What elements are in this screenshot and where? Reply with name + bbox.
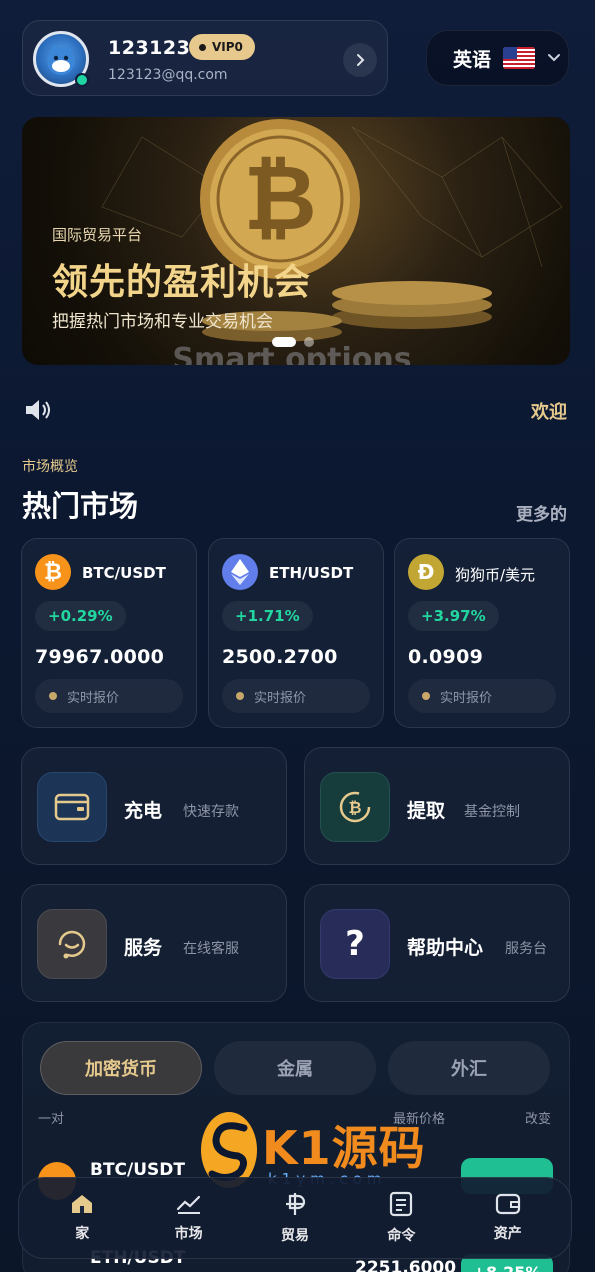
- action-subtitle: 在线客服: [183, 941, 239, 957]
- market-change: +3.97%: [408, 601, 499, 631]
- bottom-navigation: 家 市场 贸易 命令 资产: [18, 1177, 572, 1259]
- language-selector[interactable]: 英语: [426, 30, 569, 86]
- speaker-icon: [24, 397, 54, 427]
- list-row-price: 2251.6000: [355, 1258, 457, 1272]
- action-title: 帮助中心: [407, 937, 484, 959]
- market-card-btc[interactable]: ₿ BTC/USDT +0.29% 79967.0000 实时报价: [21, 538, 197, 728]
- document-icon: [390, 1191, 413, 1217]
- ethereum-icon: [222, 554, 258, 590]
- column-header-pair: 一对: [38, 1112, 65, 1127]
- profile-card[interactable]: 123123 VIP0 123123@qq.com: [22, 20, 388, 96]
- vip-label: VIP0: [212, 40, 243, 54]
- chevron-down-icon: [548, 54, 561, 62]
- user-email: 123123@qq.com: [108, 67, 228, 83]
- question-icon: ?: [320, 909, 390, 979]
- action-subtitle: 基金控制: [464, 804, 520, 820]
- live-quote-label: 实时报价: [440, 690, 493, 706]
- chart-trend-icon: [176, 1195, 200, 1214]
- online-status-dot: [75, 73, 89, 87]
- wallet-icon: [37, 772, 107, 842]
- market-price: 0.0909: [408, 646, 484, 668]
- market-change: +1.71%: [222, 601, 313, 631]
- bitcoin-refresh-icon: ₿: [320, 772, 390, 842]
- us-flag-icon: [503, 47, 536, 69]
- live-quote-label: 实时报价: [254, 690, 307, 706]
- bitcoin-icon: ₿: [35, 554, 71, 590]
- live-quote-pill: 实时报价: [222, 679, 370, 713]
- live-quote-label: 实时报价: [67, 690, 120, 706]
- market-pair: BTC/USDT: [82, 564, 166, 582]
- svg-text:₿: ₿: [243, 146, 316, 251]
- language-label: 英语: [453, 48, 492, 71]
- action-title: 充电: [124, 800, 163, 822]
- carousel-dot-active[interactable]: [272, 337, 296, 347]
- chevron-right-icon[interactable]: [343, 43, 377, 77]
- tab-crypto[interactable]: 加密货币: [40, 1041, 202, 1095]
- action-subtitle: 快速存款: [183, 804, 239, 820]
- banner-title: 领先的盈利机会: [52, 262, 312, 303]
- username: 123123: [108, 37, 191, 59]
- promo-banner[interactable]: ₿ Smart options 国际贸易平台 领先的盈利机会 把握热门市场和专业…: [22, 117, 570, 365]
- action-title: 服务: [124, 937, 163, 959]
- nav-label: 市场: [174, 1226, 203, 1242]
- nav-label: 贸易: [280, 1228, 309, 1244]
- action-subtitle: 服务台: [505, 941, 547, 957]
- market-price: 79967.0000: [35, 646, 165, 668]
- action-title: 提取: [407, 800, 446, 822]
- withdraw-card[interactable]: ₿ 提取 基金控制: [304, 747, 570, 865]
- vip-badge: VIP0: [189, 34, 255, 60]
- nav-home[interactable]: 家: [37, 1193, 127, 1243]
- dogecoin-icon: Ð: [408, 554, 444, 590]
- nav-market[interactable]: 市场: [144, 1193, 234, 1243]
- banner-tag: 国际贸易平台: [52, 226, 143, 244]
- banner-subtitle: 把握热门市场和专业交易机会: [52, 312, 273, 332]
- market-price: 2500.2700: [222, 646, 338, 668]
- svg-text:₿: ₿: [348, 798, 361, 817]
- carousel-dot[interactable]: [304, 337, 314, 347]
- market-pair: 狗狗币/美元: [455, 566, 536, 584]
- nav-trade[interactable]: 贸易: [250, 1191, 340, 1245]
- tab-metals[interactable]: 金属: [214, 1041, 376, 1095]
- section-tag: 市场概览: [22, 459, 78, 475]
- live-quote-pill: 实时报价: [35, 679, 183, 713]
- more-link[interactable]: 更多的: [516, 500, 567, 525]
- nav-label: 资产: [493, 1226, 522, 1242]
- nav-orders[interactable]: 命令: [356, 1191, 446, 1245]
- nav-assets[interactable]: 资产: [463, 1193, 553, 1243]
- help-center-card[interactable]: ? 帮助中心 服务台: [304, 884, 570, 1002]
- column-header-change: 改变: [525, 1112, 552, 1127]
- nav-label: 家: [75, 1226, 90, 1242]
- market-change: +0.29%: [35, 601, 126, 631]
- market-card-eth[interactable]: ETH/USDT +1.71% 2500.2700 实时报价: [208, 538, 384, 728]
- carousel-indicators[interactable]: [272, 337, 314, 347]
- deposit-card[interactable]: 充电 快速存款: [21, 747, 287, 865]
- headset-icon: [37, 909, 107, 979]
- mascot-icon: [47, 43, 75, 75]
- home-icon: [72, 1195, 93, 1213]
- nav-label: 命令: [387, 1228, 416, 1244]
- section-title: 热门市场: [22, 489, 139, 523]
- service-card[interactable]: 服务 在线客服: [21, 884, 287, 1002]
- notice-text: 欢迎: [531, 402, 567, 423]
- trade-icon: [285, 1193, 306, 1215]
- market-pair: ETH/USDT: [269, 564, 354, 582]
- tab-forex[interactable]: 外汇: [388, 1041, 550, 1095]
- watermark-brand: K1源码: [262, 1121, 426, 1175]
- market-card-doge[interactable]: Ð 狗狗币/美元 +3.97% 0.0909 实时报价: [394, 538, 570, 728]
- live-quote-pill: 实时报价: [408, 679, 556, 713]
- wallet-icon: [495, 1193, 520, 1215]
